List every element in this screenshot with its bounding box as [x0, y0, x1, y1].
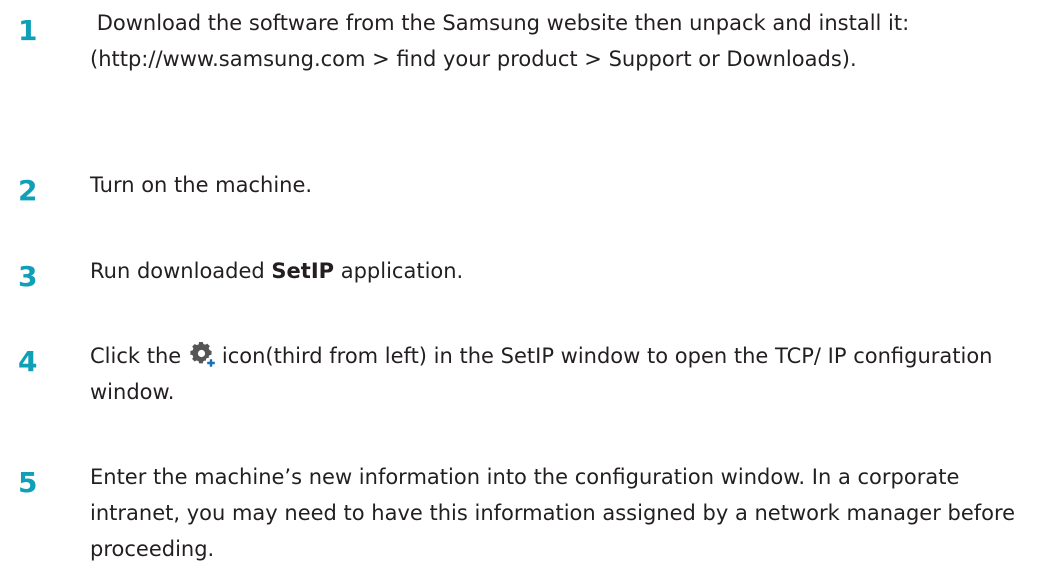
step-text: Click the icon(third from left) in the S…	[90, 338, 1040, 410]
step-number: 4	[18, 345, 38, 378]
step-text: Download the software from the Samsung w…	[90, 11, 916, 71]
step-text-after: icon(third from left) in the SetIP windo…	[90, 344, 1000, 404]
step-text: Run downloaded SetIP application.	[90, 253, 1040, 289]
step-number: 2	[18, 174, 38, 207]
step-text-before: Click the	[90, 344, 182, 368]
gear-plus-icon	[190, 341, 216, 368]
step-text: Turn on the machine.	[90, 173, 313, 197]
step-text-after: application.	[334, 259, 464, 283]
step-number: 5	[18, 466, 38, 499]
step-text-bold: SetIP	[271, 259, 335, 283]
step-text: Enter the machine’s new information into…	[90, 465, 1022, 561]
step-number: 1	[18, 14, 38, 47]
step-number: 3	[18, 260, 38, 293]
step-text-before: Run downloaded	[90, 259, 272, 283]
